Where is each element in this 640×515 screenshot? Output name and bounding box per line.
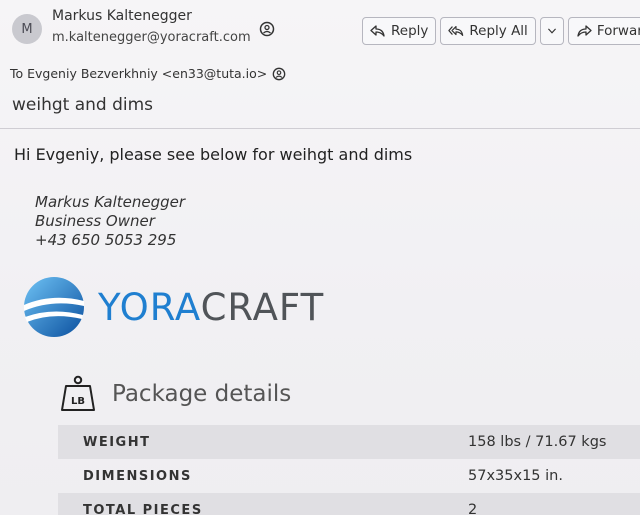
logo-text-craft: CRAFT — [200, 285, 325, 329]
table-row: DIMENSIONS 57x35x15 in. — [58, 459, 640, 493]
message-actions: Reply Reply All Forward — [362, 17, 640, 45]
recipient-line: To Evgeniy Bezverkhniy <en33@tuta.io> — [10, 66, 286, 81]
reply-button[interactable]: Reply — [362, 17, 437, 45]
weight-icon-label: LB — [71, 396, 85, 407]
chevron-down-icon — [547, 28, 556, 34]
package-details-title: Package details — [112, 381, 292, 407]
email-greeting: Hi Evgeniy, please see below for weihgt … — [14, 145, 413, 164]
forward-button[interactable]: Forward — [567, 17, 640, 45]
package-details-header: LB Package details — [60, 375, 291, 413]
signature-phone[interactable]: +43 650 5053 295 — [35, 231, 185, 250]
email-signature: Markus Kaltenegger Business Owner +43 65… — [35, 193, 185, 250]
reply-all-button[interactable]: Reply All — [440, 17, 536, 45]
table-row: WEIGHT 158 lbs / 71.67 kgs — [58, 425, 640, 459]
table-row: TOTAL PIECES 2 — [58, 493, 640, 515]
contact-icon[interactable] — [272, 67, 286, 81]
reply-all-label: Reply All — [469, 23, 528, 39]
globe-logo-icon — [24, 277, 84, 337]
forward-icon — [577, 25, 592, 37]
row-value: 158 lbs / 71.67 kgs — [468, 434, 607, 450]
sender-name[interactable]: Markus Kaltenegger — [52, 8, 192, 24]
email-screen: M Markus Kaltenegger m.kaltenegger@yorac… — [0, 0, 640, 515]
header-divider — [0, 128, 640, 129]
row-label: WEIGHT — [83, 434, 151, 450]
logo-wordmark: YORACRAFT — [98, 286, 324, 329]
package-details-table: WEIGHT 158 lbs / 71.67 kgs DIMENSIONS 57… — [58, 425, 640, 515]
row-label: DIMENSIONS — [83, 468, 192, 484]
contact-icon[interactable] — [259, 21, 275, 37]
row-value: 2 — [468, 502, 478, 515]
reply-icon — [370, 25, 385, 37]
signature-title: Business Owner — [35, 212, 155, 230]
company-logo: YORACRAFT — [22, 275, 324, 339]
recipient-text[interactable]: To Evgeniy Bezverkhniy <en33@tuta.io> — [10, 66, 267, 81]
row-value: 57x35x15 in. — [468, 468, 563, 484]
sender-avatar[interactable]: M — [12, 14, 42, 44]
sender-email[interactable]: m.kaltenegger@yoracraft.com — [52, 30, 251, 45]
row-label: TOTAL PIECES — [83, 502, 203, 515]
signature-name: Markus Kaltenegger — [35, 193, 186, 211]
more-reply-options-button[interactable] — [539, 17, 564, 45]
reply-all-icon — [448, 25, 464, 37]
forward-label: Forward — [596, 23, 640, 39]
email-subject: weihgt and dims — [12, 95, 154, 115]
weight-icon: LB — [61, 375, 95, 411]
reply-label: Reply — [391, 23, 429, 39]
logo-text-yora: YORA — [98, 285, 201, 329]
